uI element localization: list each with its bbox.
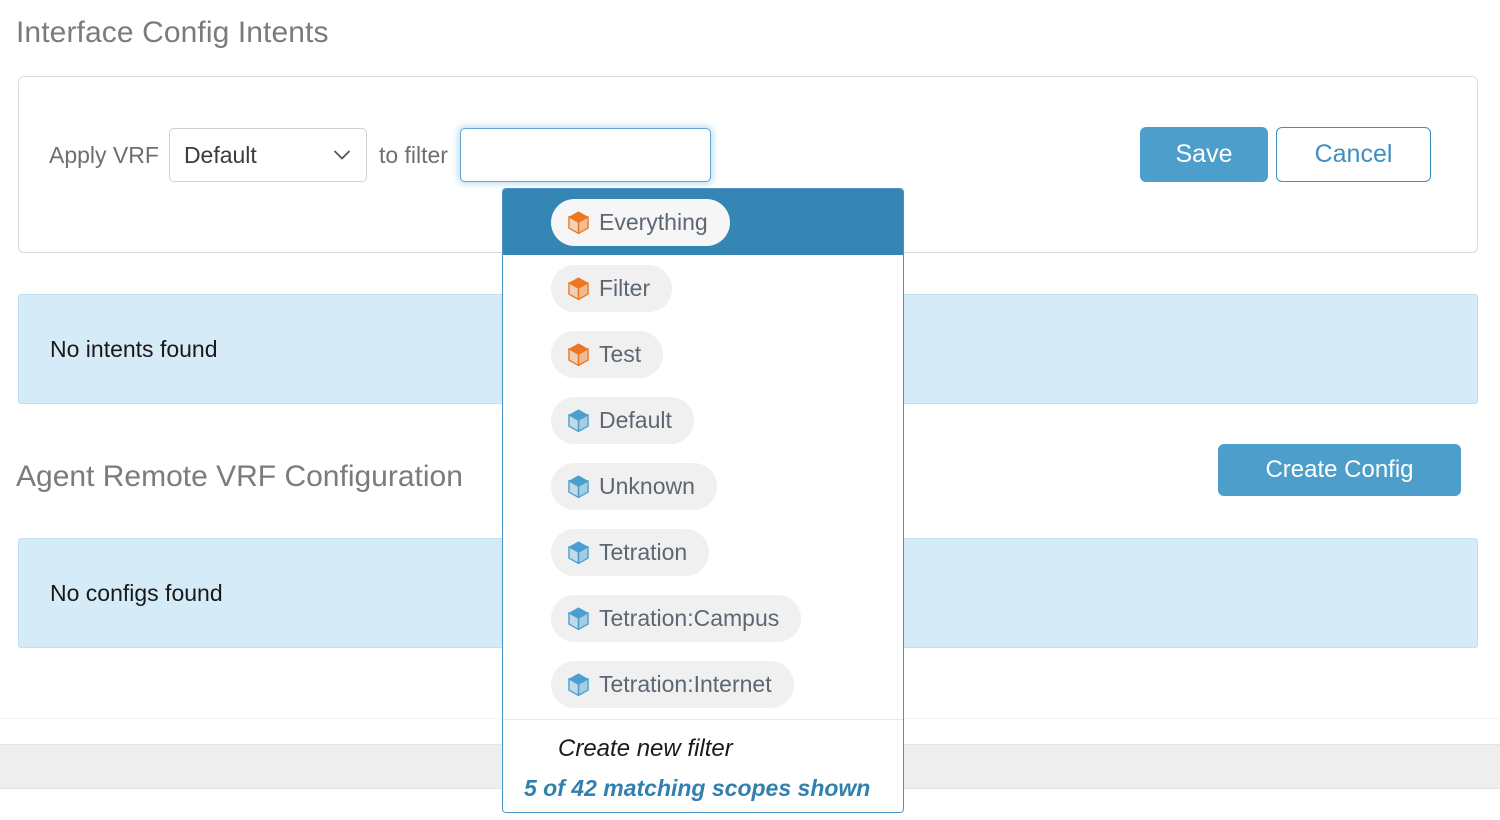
page-title: Interface Config Intents bbox=[16, 16, 329, 49]
scope-pill: Tetration:Campus bbox=[551, 594, 802, 642]
scope-item-label: Tetration:Internet bbox=[599, 670, 772, 697]
scope-item[interactable]: Default bbox=[503, 387, 903, 453]
filter-search-input[interactable] bbox=[459, 128, 711, 182]
scope-item-label: Default bbox=[599, 406, 672, 433]
vrf-select[interactable]: Default bbox=[168, 128, 367, 182]
create-config-button[interactable]: Create Config bbox=[1218, 444, 1461, 496]
scope-item-label: Tetration:Campus bbox=[599, 604, 780, 631]
create-new-filter-link[interactable]: Create new filter bbox=[558, 735, 733, 763]
cube-icon bbox=[567, 540, 590, 565]
apply-vrf-row: Apply VRF Default to filter bbox=[49, 127, 711, 183]
cube-icon bbox=[567, 672, 590, 697]
chevron-down-icon bbox=[332, 145, 352, 165]
scope-item-label: Filter bbox=[599, 274, 651, 301]
scope-item-label: Test bbox=[599, 340, 642, 367]
cancel-button[interactable]: Cancel bbox=[1276, 127, 1431, 182]
cube-icon bbox=[567, 342, 590, 367]
scope-item[interactable]: Filter bbox=[503, 255, 903, 321]
cube-icon bbox=[567, 474, 590, 499]
agent-remote-vrf-heading: Agent Remote VRF Configuration bbox=[16, 460, 463, 493]
scope-pill: Everything bbox=[551, 198, 730, 246]
scope-item-label: Tetration bbox=[599, 538, 688, 565]
scope-item[interactable]: Tetration:Campus bbox=[503, 585, 903, 651]
scope-item[interactable]: Test bbox=[503, 321, 903, 387]
filter-input-wrapper bbox=[459, 128, 711, 182]
no-intents-message: No intents found bbox=[50, 335, 218, 362]
save-button[interactable]: Save bbox=[1140, 127, 1268, 182]
cube-icon bbox=[567, 606, 590, 631]
cube-icon bbox=[567, 408, 590, 433]
scope-dropdown: Everything Filter Test Default Unknown Tetrat… bbox=[502, 188, 904, 813]
interface-config-intents-page: Interface Config Intents Apply VRF Defau… bbox=[0, 0, 1500, 820]
scope-item[interactable]: Unknown bbox=[503, 453, 903, 519]
to-filter-label: to filter bbox=[378, 141, 448, 168]
no-configs-message: No configs found bbox=[50, 579, 223, 606]
scope-item-label: Unknown bbox=[599, 472, 695, 499]
scope-pill: Test bbox=[551, 330, 664, 378]
scope-item[interactable]: Tetration:Internet bbox=[503, 651, 903, 717]
scope-pill: Unknown bbox=[551, 462, 717, 510]
scope-item-label: Everything bbox=[599, 208, 708, 235]
vrf-select-value: Default bbox=[183, 141, 257, 168]
scope-list[interactable]: Everything Filter Test Default Unknown Tetrat… bbox=[503, 189, 903, 720]
scope-dropdown-footer: Create new filter 5 of 42 matching scope… bbox=[503, 719, 903, 812]
cube-icon bbox=[567, 210, 590, 235]
cube-icon bbox=[567, 276, 590, 301]
scope-pill: Filter bbox=[551, 264, 673, 312]
scope-pill: Tetration:Internet bbox=[551, 660, 794, 708]
scope-item[interactable]: Everything bbox=[503, 189, 903, 255]
apply-vrf-label: Apply VRF bbox=[49, 141, 159, 168]
matching-scopes-count: 5 of 42 matching scopes shown bbox=[524, 775, 871, 801]
scope-pill: Default bbox=[551, 396, 694, 444]
scope-pill: Tetration bbox=[551, 528, 710, 576]
scope-item[interactable]: Tetration bbox=[503, 519, 903, 585]
